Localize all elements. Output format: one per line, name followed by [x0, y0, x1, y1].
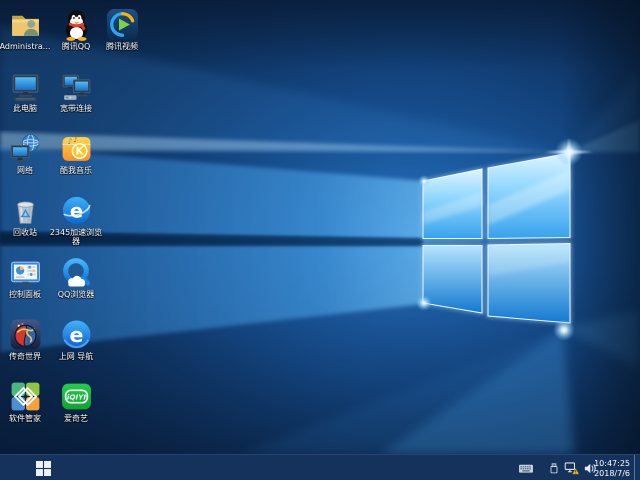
- taskbar: 10:47:25 2018/7/6: [0, 454, 640, 480]
- desktop-icon-label: 软件管家: [0, 414, 53, 423]
- desktop-icon-recycle-bin[interactable]: 回收站: [0, 194, 53, 237]
- qq-browser-icon: [60, 256, 93, 289]
- nav-e-icon: e: [60, 318, 93, 351]
- desktop-icon-browser-2345[interactable]: e 2345加速浏览器: [48, 194, 104, 246]
- desktop-icon-tencent-video[interactable]: 腾讯视频: [94, 8, 150, 51]
- desktop-icon-software-manager[interactable]: 软件管家: [0, 380, 53, 423]
- software-manager-icon: [9, 380, 42, 413]
- desktop-icon-iqiyi[interactable]: iQIYI 爱奇艺: [48, 380, 104, 423]
- network-icon: [9, 132, 42, 165]
- system-tray: [518, 455, 598, 480]
- kuwo-music-icon: ♪♪K: [60, 132, 93, 165]
- desktop-icon-control-panel[interactable]: 控制面板: [0, 256, 53, 299]
- desktop-icon-nav-e[interactable]: e 上网 导航: [48, 318, 104, 361]
- desktop-icon-label: 网络: [0, 166, 53, 175]
- desktop-icon-label: 酷我音乐: [48, 166, 104, 175]
- desktop-icon-label: 爱奇艺: [48, 414, 104, 423]
- legend-world-icon: [9, 318, 42, 351]
- desktop-icon-label: 回收站: [0, 228, 53, 237]
- desktop-icon-broadband[interactable]: 宽带连接: [48, 70, 104, 113]
- recycle-bin-icon: [9, 194, 42, 227]
- desktop-icon-label: 宽带连接: [48, 104, 104, 113]
- clock-date: 2018/7/6: [594, 469, 630, 479]
- svg-text:♪: ♪: [67, 136, 72, 146]
- desktop-icon-label: 上网 导航: [48, 352, 104, 361]
- svg-text:iQIYI: iQIYI: [66, 392, 85, 401]
- control-panel-icon: [9, 256, 42, 289]
- browser-2345-icon: e: [60, 194, 93, 227]
- svg-text:e: e: [69, 323, 83, 347]
- desktop-icon-label: 控制面板: [0, 290, 53, 299]
- svg-text:K: K: [75, 146, 84, 158]
- desktop-icon-label: 2345加速浏览器: [48, 228, 104, 246]
- usb-device-icon[interactable]: [548, 462, 560, 475]
- iqiyi-icon: iQIYI: [60, 380, 93, 413]
- desktop-icon-label: 腾讯视频: [94, 42, 150, 51]
- start-button[interactable]: [22, 455, 64, 480]
- touch-keyboard-icon[interactable]: [518, 462, 534, 475]
- desktop-icon-this-pc[interactable]: 此电脑: [0, 70, 53, 113]
- desktop-icon-legend-world[interactable]: 传奇世界: [0, 318, 53, 361]
- taskbar-clock[interactable]: 10:47:25 2018/7/6: [594, 459, 630, 478]
- clock-time: 10:47:25: [594, 459, 630, 469]
- desktop-icon-qq-browser[interactable]: QQ浏览器: [48, 256, 104, 299]
- qq-icon: [60, 8, 93, 41]
- desktop-icon-kuwo-music[interactable]: ♪♪K酷我音乐: [48, 132, 104, 175]
- svg-text:e: e: [69, 200, 82, 223]
- desktop-icon-label: Administra...: [0, 42, 53, 51]
- desktop-icon-label: 此电脑: [0, 104, 53, 113]
- broadband-icon: [60, 70, 93, 103]
- desktop-icon-user-folder[interactable]: Administra...: [0, 8, 53, 51]
- svg-text:♪: ♪: [73, 136, 77, 144]
- show-desktop-button[interactable]: [634, 455, 640, 480]
- network-warning-icon[interactable]: [564, 462, 580, 475]
- desktop-icon-label: QQ浏览器: [48, 290, 104, 299]
- desktop-icon-grid: Administra...腾讯QQ腾讯视频此电脑宽带连接网络♪♪K酷我音乐回收站…: [0, 0, 640, 454]
- desktop-icon-network[interactable]: 网络: [0, 132, 53, 175]
- windows-logo-icon: [36, 461, 51, 476]
- tencent-video-icon: [106, 8, 139, 41]
- desktop-screen: Administra...腾讯QQ腾讯视频此电脑宽带连接网络♪♪K酷我音乐回收站…: [0, 0, 640, 480]
- user-folder-icon: [9, 8, 42, 41]
- this-pc-icon: [9, 70, 42, 103]
- desktop-icon-label: 传奇世界: [0, 352, 53, 361]
